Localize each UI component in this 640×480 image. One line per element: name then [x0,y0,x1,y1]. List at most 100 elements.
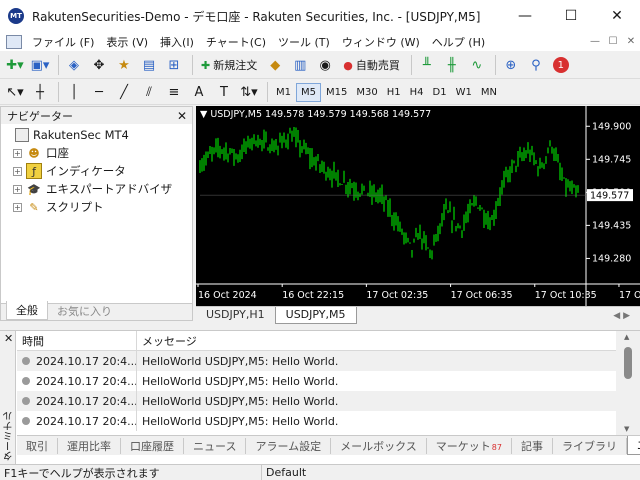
row-message: HelloWorld USDJPY,M5: Hello World. [142,354,339,368]
tab-market[interactable]: マーケット87 [427,437,512,454]
tab-news[interactable]: ニュース [184,437,247,454]
menu-window[interactable]: ウィンドウ (W) [336,34,426,50]
table-row[interactable]: 2024.10.17 20:4... HelloWorld USDJPY,M5:… [17,391,616,411]
tab-exposure[interactable]: 運用比率 [58,437,121,454]
auto-trade-button[interactable]: ● 自動売買 [339,54,404,76]
vertical-line-icon[interactable]: │ [63,81,85,103]
timeframe-d1[interactable]: D1 [429,84,451,101]
timeframe-w1[interactable]: W1 [452,84,476,101]
timeframe-m30[interactable]: M30 [352,84,381,101]
equidistant-channel-icon[interactable]: ⫽ [138,81,160,103]
expand-icon[interactable]: + [13,148,22,158]
tab-scroll-arrows[interactable]: ◀ ▶ [613,311,630,321]
child-restore-button[interactable]: ☐ [604,36,622,47]
terminal-vertical-label: ターミナル [4,411,15,461]
timeframe-m1[interactable]: M1 [272,84,295,101]
table-row[interactable]: 2024.10.17 20:4... HelloWorld USDJPY,M5:… [17,411,616,431]
chart-tab-usdjpy-h1[interactable]: USDJPY,H1 [196,307,275,324]
column-message[interactable]: メッセージ [137,331,616,350]
log-dot-icon [22,417,30,425]
strategy-tester-icon[interactable]: ⊞ [163,54,185,76]
tab-library[interactable]: ライブラリ [553,437,627,454]
time-label: 17 Oct 14:35 [619,290,640,301]
tree-item-experts[interactable]: + 🎓 エキスパートアドバイザ [1,180,192,198]
tab-alerts[interactable]: アラーム設定 [246,437,332,454]
table-row[interactable]: 2024.10.17 20:4... HelloWorld USDJPY,M5:… [17,371,616,391]
text-label-icon[interactable]: T [213,81,235,103]
fibonacci-icon[interactable]: ≡ [163,81,185,103]
expand-icon[interactable]: + [13,202,22,212]
new-order-button[interactable]: ✚ 新規注文 [197,54,261,76]
line-chart-icon[interactable]: ∿ [466,54,488,76]
text-icon[interactable]: A [188,81,210,103]
column-time[interactable]: 時間 [17,331,137,350]
child-close-button[interactable]: ✕ [622,36,640,47]
search-icon[interactable]: ⚲ [525,54,547,76]
timeframe-mn[interactable]: MN [477,84,501,101]
main-toolbar: ✚▾ ▣▾ ◈ ✥ ★ ▤ ⊞ ✚ 新規注文 ◆ ▥ ◉ ● 自動売買 ╨ ╫ … [0,52,640,79]
new-chart-icon[interactable]: ✚▾ [4,54,26,76]
chart-tab-usdjpy-m5[interactable]: USDJPY,M5 [274,307,357,324]
meta-editor-icon[interactable]: ◆ [264,54,286,76]
time-text: 2024.10.17 20:4... [36,354,137,368]
navigator-icon[interactable]: ★ [113,54,135,76]
tree-item-scripts[interactable]: + ✎ スクリプト [1,198,192,216]
navigator-close-button[interactable]: ✕ [177,109,187,123]
menu-file[interactable]: ファイル (F) [26,34,100,50]
signals-icon[interactable]: ◉ [314,54,336,76]
menu-insert[interactable]: 挿入(I) [154,34,200,50]
indicator-icon: ƒ [26,163,42,179]
data-window-icon[interactable]: ✥ [88,54,110,76]
menu-chart[interactable]: チャート(C) [200,34,272,50]
child-minimize-button[interactable]: — [586,36,604,47]
timeframe-m15[interactable]: M15 [322,84,351,101]
tab-account-history[interactable]: 口座履歴 [121,437,184,454]
terminal-close-button[interactable]: ✕ [4,332,13,345]
tree-item-accounts[interactable]: + ☻ 口座 [1,144,192,162]
tab-mailbox[interactable]: メールボックス [331,437,427,454]
expand-icon[interactable]: + [13,166,22,176]
chart-dropdown-icon[interactable]: ▼ [200,109,210,120]
navigator-title: ナビゲーター [7,109,73,123]
menu-help[interactable]: ヘルプ (H) [426,34,491,50]
price-chart[interactable]: 149.900149.745149.590149.435149.28016 Oc… [196,106,640,306]
chart-window[interactable]: 149.900149.745149.590149.435149.28016 Oc… [196,106,640,306]
terminal-icon[interactable]: ▤ [138,54,160,76]
tab-articles[interactable]: 記事 [512,437,553,454]
table-row[interactable]: 2024.10.17 20:4... HelloWorld USDJPY,M5:… [17,351,616,371]
scroll-up-icon[interactable]: ▲ [624,333,629,341]
menu-view[interactable]: 表示 (V) [100,34,154,50]
chart-window-icon[interactable] [6,34,22,49]
maximize-button[interactable]: ☐ [548,0,594,32]
market-watch-icon[interactable]: ◈ [63,54,85,76]
crosshair-icon[interactable]: ┼ [29,81,51,103]
scroll-down-icon[interactable]: ▼ [624,425,629,433]
tab-trade[interactable]: 取引 [17,437,58,454]
timeframe-m5[interactable]: M5 [296,82,321,102]
tab-common[interactable]: 全般 [6,301,48,320]
minimize-button[interactable]: — [502,0,548,32]
zoom-in-icon[interactable]: ⊕ [500,54,522,76]
profiles-icon[interactable]: ▣▾ [29,54,51,76]
trendline-icon[interactable]: ╱ [113,81,135,103]
price-label: 149.280 [592,253,631,264]
expand-icon[interactable]: + [13,184,22,194]
tab-favorites[interactable]: お気に入り [48,302,121,320]
timeframe-h1[interactable]: H1 [383,84,405,101]
tree-root[interactable]: RakutenSec MT4 [1,126,192,144]
arrows-icon[interactable]: ⇅▾ [238,81,260,103]
candlestick-icon[interactable]: ╫ [441,54,463,76]
menu-tools[interactable]: ツール (T) [272,34,336,50]
horizontal-line-icon[interactable]: ─ [88,81,110,103]
status-help-text: F1キーでヘルプが表示されます [0,464,262,480]
scroll-thumb[interactable] [624,347,632,379]
close-button[interactable]: ✕ [594,0,640,32]
terminal-scrollbar[interactable]: ▲ ▼ [616,331,640,435]
tree-item-indicators[interactable]: + ƒ インディケータ [1,162,192,180]
timeframe-h4[interactable]: H4 [406,84,428,101]
community-icon[interactable]: ▥ [289,54,311,76]
bar-chart-icon[interactable]: ╨ [416,54,438,76]
cursor-icon[interactable]: ↖▾ [4,81,26,103]
notification-icon[interactable]: 1 [550,54,572,76]
tab-experts[interactable]: エキスパート [626,436,640,455]
